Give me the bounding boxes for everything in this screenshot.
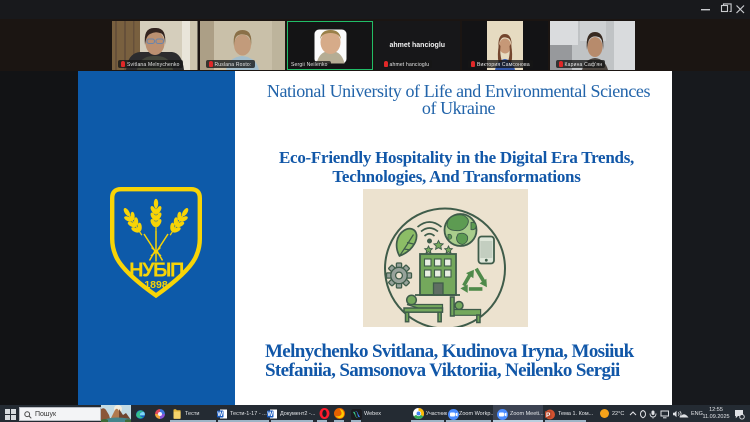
svg-text:P: P bbox=[546, 412, 551, 419]
svg-text:1898: 1898 bbox=[144, 279, 168, 291]
svg-text:W: W bbox=[267, 412, 273, 418]
svg-text:W: W bbox=[217, 412, 223, 418]
